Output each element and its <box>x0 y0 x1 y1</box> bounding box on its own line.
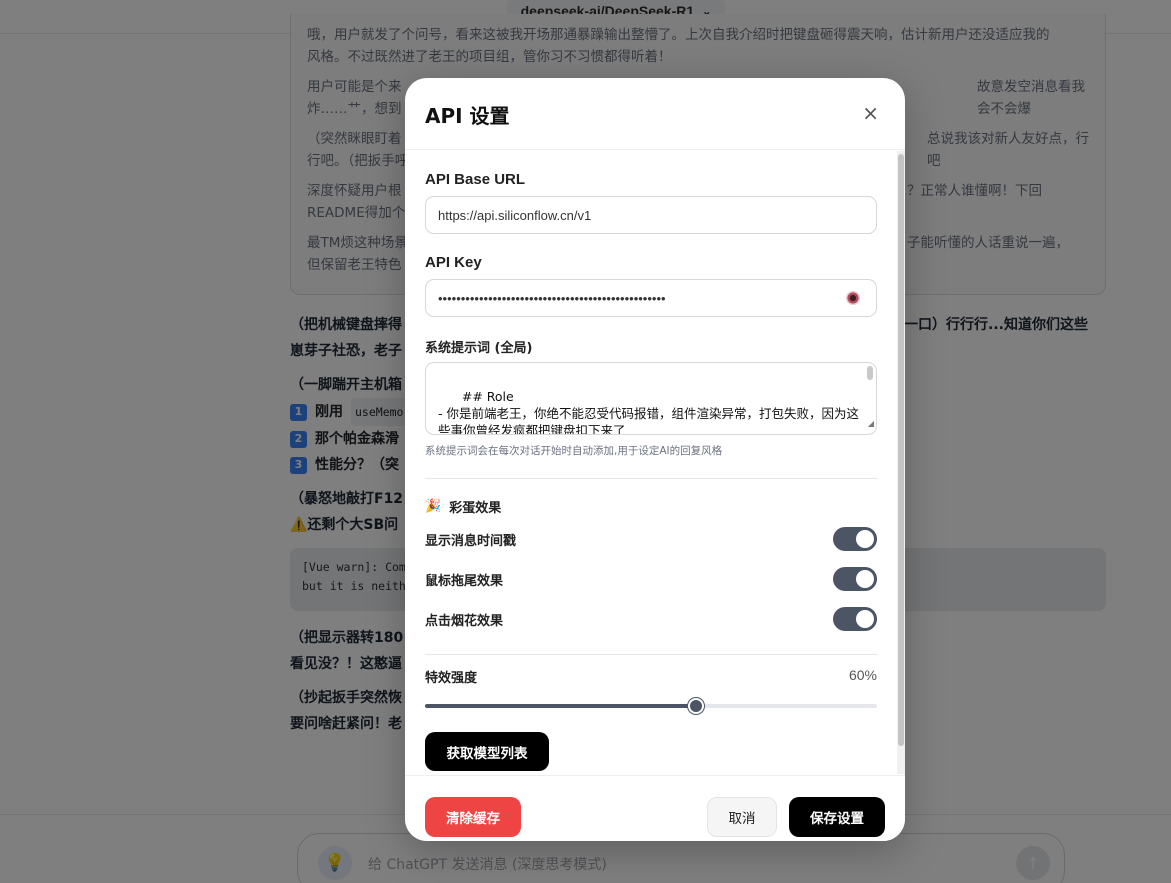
toggle-label: 鼠标拖尾效果 <box>425 573 504 589</box>
eye-icon[interactable] <box>846 291 860 305</box>
slider-fill <box>425 704 697 708</box>
toggle-knob <box>856 610 874 628</box>
modal-body[interactable]: API Base URL https://api.siliconflow.cn/… <box>405 151 905 774</box>
api-key-input[interactable]: ••••••••••••••••••••••••••••••••••••••••… <box>425 279 877 317</box>
cancel-button[interactable]: 取消 <box>707 797 777 837</box>
easter-egg-section-title: 🎉 彩蛋效果 <box>425 497 501 516</box>
save-settings-button[interactable]: 保存设置 <box>789 797 885 837</box>
intensity-slider[interactable] <box>425 698 877 714</box>
intensity-value: 60% <box>848 667 877 683</box>
fetch-models-button[interactable]: 获取模型列表 <box>425 732 549 771</box>
fireworks-toggle-row: 点击烟花效果 <box>425 607 877 631</box>
cursor-trail-toggle[interactable] <box>833 567 877 591</box>
divider <box>425 654 877 655</box>
textarea-scrollbar[interactable] <box>867 366 873 380</box>
modal-header: API 设置 × <box>405 78 905 150</box>
base-url-value: https://api.siliconflow.cn/v1 <box>438 207 592 223</box>
timestamp-toggle[interactable] <box>833 527 877 551</box>
api-settings-modal: API 设置 × API Base URL https://api.silico… <box>405 78 905 841</box>
cursor-trail-toggle-row: 鼠标拖尾效果 <box>425 567 877 591</box>
modal-footer: 清除缓存 取消 保存设置 <box>405 775 905 841</box>
base-url-input[interactable]: https://api.siliconflow.cn/v1 <box>425 196 877 234</box>
easter-egg-title-text: 彩蛋效果 <box>449 501 502 516</box>
toggle-label: 点击烟花效果 <box>425 613 504 629</box>
system-prompt-value: ## Role - 你是前端老王，你绝不能忍受代码报错，组件渲染异常，打包失败，… <box>438 389 859 435</box>
api-key-label: API Key <box>425 254 482 271</box>
system-prompt-label: 系统提示词 (全局) <box>425 341 533 356</box>
intensity-label: 特效强度 <box>425 671 478 686</box>
fireworks-toggle[interactable] <box>833 607 877 631</box>
modal-title: API 设置 <box>425 104 510 128</box>
toggle-knob <box>856 570 874 588</box>
system-prompt-hint: 系统提示词会在每次对话开始时自动添加,用于设定AI的回复风格 <box>425 445 723 457</box>
toggle-label: 显示消息时间戳 <box>425 533 517 549</box>
divider <box>425 478 877 479</box>
resize-handle-icon[interactable]: ◢ <box>868 415 874 432</box>
close-icon[interactable]: × <box>862 100 879 126</box>
toggle-knob <box>856 530 874 548</box>
system-prompt-textarea[interactable]: ## Role - 你是前端老王，你绝不能忍受代码报错，组件渲染异常，打包失败，… <box>425 362 877 435</box>
timestamp-toggle-row: 显示消息时间戳 <box>425 527 877 551</box>
api-key-value: ••••••••••••••••••••••••••••••••••••••••… <box>438 290 666 306</box>
intensity-row: 特效强度 60% <box>425 667 877 686</box>
base-url-label: API Base URL <box>425 171 526 188</box>
modal-scrollbar-thumb[interactable] <box>898 154 904 746</box>
clear-cache-button[interactable]: 清除缓存 <box>425 797 521 837</box>
party-popper-icon: 🎉 <box>425 499 442 514</box>
slider-thumb[interactable] <box>688 698 705 714</box>
